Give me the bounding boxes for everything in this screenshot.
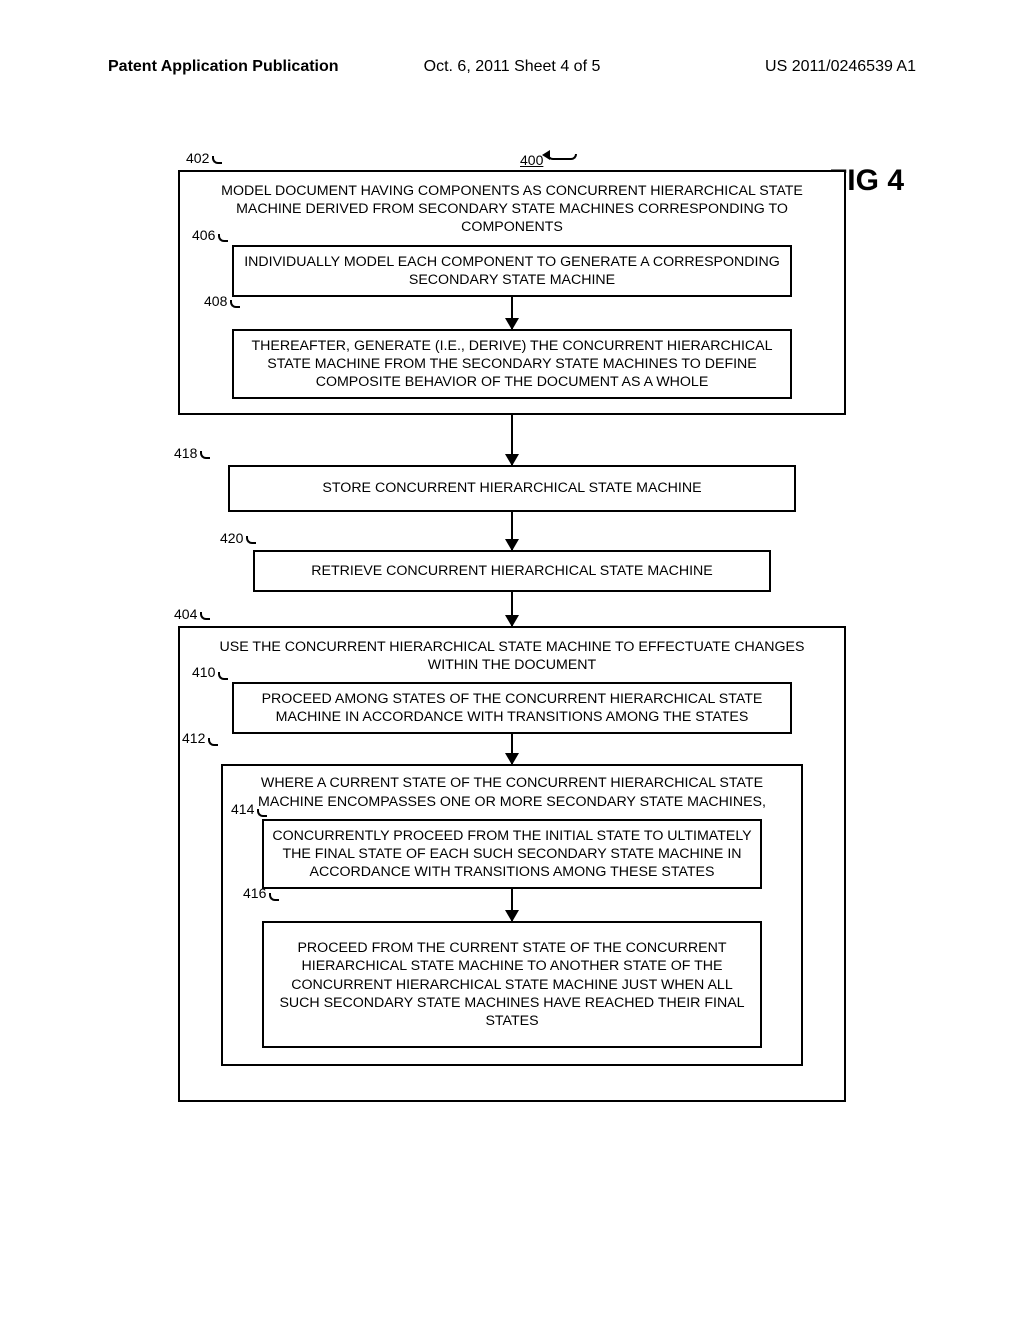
ref-414-num: 414 [231,801,254,819]
ref-tick-icon [257,809,267,817]
block-402-inner: 406 INDIVIDUALLY MODEL EACH COMPONENT TO… [194,245,830,400]
block-406-text: INDIVIDUALLY MODEL EACH COMPONENT TO GEN… [244,254,780,288]
ref-400: 400 [520,152,577,168]
ref-414: 414 [231,801,267,819]
block-406: INDIVIDUALLY MODEL EACH COMPONENT TO GEN… [232,245,792,297]
block-416: PROCEED FROM THE CURRENT STATE OF THE CO… [262,921,762,1048]
ref-tick-icon [218,234,228,242]
block-402-wrapper: 402 MODEL DOCUMENT HAVING COMPONENTS AS … [178,170,846,415]
block-410-text: PROCEED AMONG STATES OF THE CONCURRENT H… [262,691,763,725]
block-402-header: MODEL DOCUMENT HAVING COMPONENTS AS CONC… [194,182,830,237]
block-420-text: RETRIEVE CONCURRENT HIERARCHICAL STATE M… [311,563,713,579]
block-412-inner: 414 CONCURRENTLY PROCEED FROM THE INITIA… [241,819,783,1048]
figure-4: FIG 4 400 402 MODEL DOCUMENT HAVING COMP… [178,170,846,1102]
block-420-wrapper: 420 RETRIEVE CONCURRENT HIERARCHICAL STA… [178,512,846,592]
header-right: US 2011/0246539 A1 [765,58,916,76]
block-404: USE THE CONCURRENT HIERARCHICAL STATE MA… [178,626,846,1102]
ref-tick-icon [212,156,222,164]
block-404-wrapper: 404 USE THE CONCURRENT HIERARCHICAL STAT… [178,592,846,1102]
block-410: PROCEED AMONG STATES OF THE CONCURRENT H… [232,682,792,734]
block-404-header: USE THE CONCURRENT HIERARCHICAL STATE MA… [194,638,830,674]
header-center: Oct. 6, 2011 Sheet 4 of 5 [424,58,601,76]
arrow-406-408 [194,297,830,329]
arrow-402-418 [178,415,846,465]
arrow-418-420 [178,512,846,550]
block-408-text: THEREAFTER, GENERATE (I.E., DERIVE) THE … [251,338,772,390]
ref-tick-icon [218,672,228,680]
header-left: Patent Application Publication [108,58,339,76]
arrow-420-404 [178,592,846,626]
page-header: Patent Application Publication Oct. 6, 2… [108,58,916,76]
ref-400-num: 400 [520,152,543,168]
block-418: STORE CONCURRENT HIERARCHICAL STATE MACH… [228,465,796,511]
block-404-inner: 410 PROCEED AMONG STATES OF THE CONCURRE… [194,682,830,1066]
ref-410: 410 [192,664,228,682]
arrow-414-416 [241,889,783,921]
block-418-text: STORE CONCURRENT HIERARCHICAL STATE MACH… [322,480,701,496]
block-412: WHERE A CURRENT STATE OF THE CONCURRENT … [221,764,803,1066]
block-412-header: WHERE A CURRENT STATE OF THE CONCURRENT … [241,774,783,810]
ref-406: 406 [192,227,228,245]
block-418-wrapper: 418 STORE CONCURRENT HIERARCHICAL STATE … [178,415,846,511]
ref-406-num: 406 [192,227,215,245]
ref-402: 402 [186,150,222,166]
block-408: THEREAFTER, GENERATE (I.E., DERIVE) THE … [232,329,792,400]
ref-402-num: 402 [186,150,209,166]
arrow-410-412 [194,734,830,764]
block-416-text: PROCEED FROM THE CURRENT STATE OF THE CO… [279,940,744,1029]
block-420: RETRIEVE CONCURRENT HIERARCHICAL STATE M… [253,550,771,592]
ref-400-leader [547,154,577,160]
block-402: MODEL DOCUMENT HAVING COMPONENTS AS CONC… [178,170,846,415]
block-414: CONCURRENTLY PROCEED FROM THE INITIAL ST… [262,819,762,890]
ref-410-num: 410 [192,664,215,682]
block-414-text: CONCURRENTLY PROCEED FROM THE INITIAL ST… [272,828,751,880]
